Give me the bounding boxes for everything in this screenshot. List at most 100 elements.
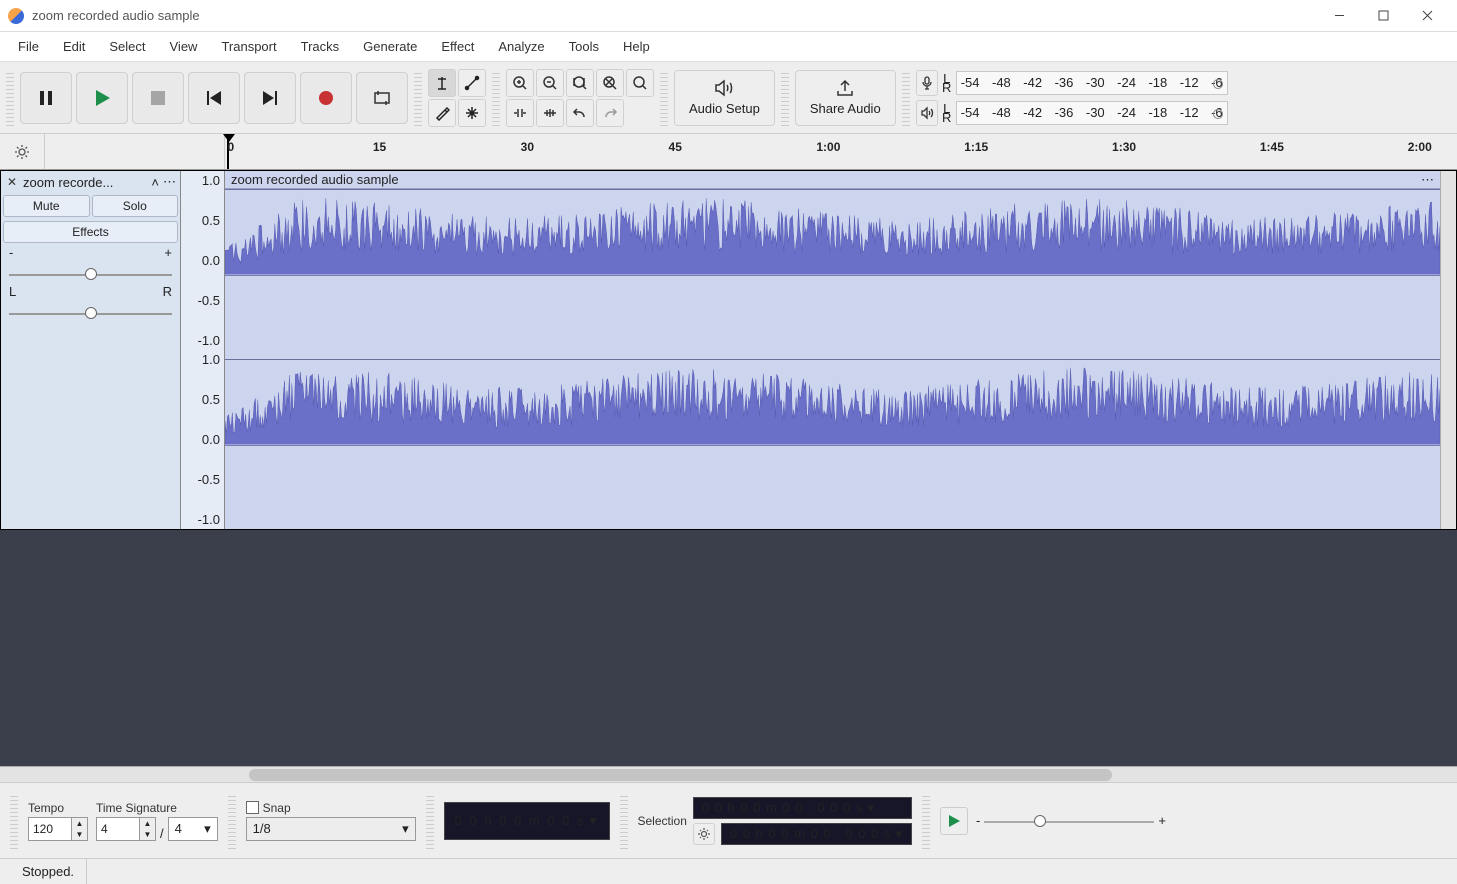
mic-icon[interactable]	[916, 70, 938, 96]
window-close-button[interactable]	[1405, 2, 1449, 30]
record-button[interactable]	[300, 72, 352, 124]
menu-tools[interactable]: Tools	[557, 35, 611, 58]
toolbar-grip[interactable]	[492, 70, 500, 126]
track-menu-button[interactable]: ⋯	[163, 174, 176, 190]
meter-r-label: R	[942, 113, 952, 122]
toolbar-grip[interactable]	[781, 70, 789, 126]
timeline-ruler[interactable]: 0 15 30 45 1:00 1:15 1:30 1:45 2:00	[225, 134, 1457, 169]
time-position-display[interactable]: 0 0 h 0 0 m 0 0 s▾	[444, 802, 610, 840]
waveform-area[interactable]: zoom recorded audio sample ⋯	[225, 171, 1440, 529]
selection-settings-button[interactable]	[693, 823, 715, 845]
toolbar-grip[interactable]	[6, 70, 14, 126]
snap-value-select[interactable]: 1/8▾	[246, 817, 416, 841]
spin-up-icon[interactable]: ▲	[72, 818, 87, 829]
vtick: 0.0	[185, 253, 220, 268]
recording-meter-scale[interactable]: -54-48-42-36-30-24-18-12-6	[956, 71, 1228, 95]
skip-end-button[interactable]	[244, 72, 296, 124]
toolbar-grip[interactable]	[426, 793, 434, 849]
window-minimize-button[interactable]	[1317, 2, 1361, 30]
timesig-den-select[interactable]: 4▾	[168, 817, 218, 841]
toolbar-grip[interactable]	[228, 793, 236, 849]
stop-button[interactable]	[132, 72, 184, 124]
fit-project-button[interactable]	[596, 69, 624, 97]
toolbar-grip[interactable]	[922, 793, 930, 849]
menu-edit[interactable]: Edit	[51, 35, 97, 58]
playback-meter-scale[interactable]: -54-48-42-36-30-24-18-12-6	[956, 101, 1228, 125]
mute-button[interactable]: Mute	[3, 195, 90, 217]
toolbar-grip[interactable]	[620, 793, 628, 849]
ruler-tick: 2:00	[1408, 140, 1432, 154]
vtick: -0.5	[185, 293, 220, 308]
speaker-icon[interactable]	[916, 100, 938, 126]
snap-checkbox[interactable]	[246, 801, 259, 814]
clip-menu-button[interactable]: ⋯	[1421, 172, 1434, 188]
ruler-tick: 15	[373, 140, 386, 154]
loop-button[interactable]	[356, 72, 408, 124]
menu-select[interactable]: Select	[97, 35, 157, 58]
vtick: -0.5	[185, 472, 220, 487]
redo-button[interactable]	[596, 99, 624, 127]
playback-meter[interactable]: LR -54-48-42-36-30-24-18-12-6	[916, 100, 1228, 126]
clip-name[interactable]: zoom recorded audio sample	[231, 172, 399, 187]
ruler-tick: 1:00	[816, 140, 840, 154]
timesig-num-input[interactable]: ▲▼	[96, 817, 156, 841]
toolbar-grip[interactable]	[660, 70, 668, 126]
play-at-speed-button[interactable]	[940, 807, 968, 835]
skip-start-button[interactable]	[188, 72, 240, 124]
play-button[interactable]	[76, 72, 128, 124]
toolbar-grip[interactable]	[10, 793, 18, 849]
recording-meter[interactable]: LR -54-48-42-36-30-24-18-12-6	[916, 70, 1228, 96]
menu-effect[interactable]: Effect	[429, 35, 486, 58]
menu-help[interactable]: Help	[611, 35, 662, 58]
undo-button[interactable]	[566, 99, 594, 127]
spin-down-icon[interactable]: ▼	[72, 829, 87, 840]
window-maximize-button[interactable]	[1361, 2, 1405, 30]
waveform-right[interactable]	[225, 359, 1440, 529]
horizontal-scrollbar[interactable]	[0, 766, 1457, 782]
menu-generate[interactable]: Generate	[351, 35, 429, 58]
menu-file[interactable]: File	[6, 35, 51, 58]
playback-speed-slider[interactable]	[984, 813, 1154, 829]
selection-end-display[interactable]: 0 0 h 0 0 m 0 0 . 0 0 0 s▾	[721, 823, 912, 845]
solo-button[interactable]: Solo	[92, 195, 179, 217]
share-audio-button[interactable]: Share Audio	[795, 70, 896, 126]
selection-label: Selection	[638, 814, 687, 828]
waveform-left[interactable]	[225, 189, 1440, 359]
track-collapse-icon[interactable]: ˄	[151, 175, 159, 190]
selection-start-display[interactable]: 0 0 h 0 0 m 0 0 . 0 0 0 s▾	[693, 797, 912, 819]
trim-button[interactable]	[506, 99, 534, 127]
zoom-in-button[interactable]	[506, 69, 534, 97]
vertical-scrollbar[interactable]	[1440, 171, 1456, 529]
track-name[interactable]: zoom recorde...	[23, 175, 147, 190]
menu-tracks[interactable]: Tracks	[289, 35, 352, 58]
effects-button[interactable]: Effects	[3, 221, 178, 243]
fit-selection-button[interactable]	[566, 69, 594, 97]
multi-tool-button[interactable]	[458, 99, 486, 127]
window-title: zoom recorded audio sample	[32, 8, 200, 23]
toolbar-grip[interactable]	[902, 70, 910, 126]
track-control-panel: ✕ zoom recorde... ˄ ⋯ Mute Solo Effects …	[1, 171, 181, 529]
vtick: 0.5	[185, 392, 220, 407]
draw-tool-button[interactable]	[428, 99, 456, 127]
menu-analyze[interactable]: Analyze	[486, 35, 556, 58]
track-close-button[interactable]: ✕	[5, 175, 19, 189]
menu-transport[interactable]: Transport	[209, 35, 288, 58]
selection-tool-button[interactable]	[428, 69, 456, 97]
gain-slider[interactable]	[9, 266, 172, 282]
toolbar-grip[interactable]	[414, 70, 422, 126]
amplitude-ruler: 1.0 0.5 0.0 -0.5 -1.0 1.0 0.5 0.0 -0.5 -…	[181, 171, 225, 529]
envelope-tool-button[interactable]	[458, 69, 486, 97]
menu-view[interactable]: View	[158, 35, 210, 58]
pan-slider[interactable]	[9, 305, 172, 321]
tempo-input[interactable]: ▲▼	[28, 817, 88, 841]
audio-setup-button[interactable]: Audio Setup	[674, 70, 775, 126]
zoom-out-button[interactable]	[536, 69, 564, 97]
tracks-area: ✕ zoom recorde... ˄ ⋯ Mute Solo Effects …	[0, 170, 1457, 782]
silence-button[interactable]	[536, 99, 564, 127]
zoom-toggle-button[interactable]	[626, 69, 654, 97]
pause-button[interactable]	[20, 72, 72, 124]
app-logo-icon	[8, 8, 24, 24]
status-bar: Stopped.	[0, 858, 1457, 884]
timeline-settings-button[interactable]	[8, 138, 36, 166]
meters-panel: LR -54-48-42-36-30-24-18-12-6 LR -54-48-…	[916, 70, 1228, 126]
